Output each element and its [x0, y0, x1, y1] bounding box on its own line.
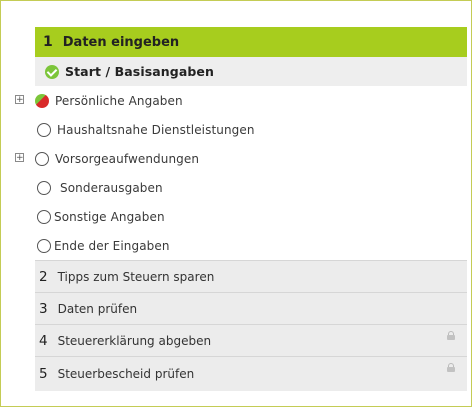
- substep-haushaltsnahe-dienstleistungen[interactable]: Haushaltsnahe Dienstleistungen: [35, 115, 467, 144]
- substep-ende-der-eingaben[interactable]: Ende der Eingaben: [35, 231, 467, 260]
- step-number: 2: [39, 268, 48, 285]
- substep-label: Persönliche Angaben: [55, 93, 183, 108]
- step-number: 5: [39, 366, 48, 382]
- substep-label: Start / Basisangaben: [65, 64, 214, 79]
- step-label: Daten prüfen: [57, 301, 138, 316]
- step-label: Steuererklärung abgeben: [57, 333, 212, 348]
- step-2-tipps[interactable]: 2 Tipps zum Steuern sparen: [35, 260, 467, 292]
- empty-circle-icon: [37, 122, 51, 137]
- substep-start-basisangaben[interactable]: Start / Basisangaben: [35, 57, 467, 86]
- substep-sonderausgaben[interactable]: Sonderausgaben: [35, 173, 467, 202]
- step-label: Steuerbescheid prüfen: [57, 367, 195, 381]
- partial-status-icon: [35, 93, 49, 108]
- substep-label: Sonstige Angaben: [54, 209, 165, 224]
- step-number: 3: [39, 300, 48, 317]
- expand-plus-icon[interactable]: +: [15, 95, 24, 105]
- empty-circle-icon: [35, 151, 49, 166]
- substep-label: Ende der Eingaben: [54, 238, 170, 253]
- substep-sonstige-angaben[interactable]: Sonstige Angaben: [35, 202, 467, 231]
- substep-vorsorgeaufwendungen[interactable]: + Vorsorgeaufwendungen: [15, 144, 467, 173]
- substep-label: Sonderausgaben: [60, 180, 163, 195]
- lock-icon: [447, 363, 455, 372]
- step-navigation: 1 Daten eingeben Start / Basisangaben + …: [15, 27, 467, 391]
- step-number: 4: [39, 332, 48, 349]
- empty-circle-icon: [37, 180, 51, 195]
- step-number: 1: [43, 34, 53, 50]
- step-5-bescheid-pruefen: 5 Steuerbescheid prüfen: [35, 356, 467, 391]
- step-label: Daten eingeben: [62, 34, 180, 50]
- lock-icon: [447, 331, 455, 340]
- step-4-abgeben: 4 Steuererklärung abgeben: [35, 324, 467, 356]
- step-label: Tipps zum Steuern sparen: [57, 269, 215, 284]
- empty-circle-icon: [37, 238, 51, 253]
- expand-plus-icon[interactable]: +: [15, 153, 24, 163]
- substep-label: Haushaltsnahe Dienstleistungen: [57, 122, 255, 137]
- substep-label: Vorsorgeaufwendungen: [55, 151, 200, 166]
- step-1-header[interactable]: 1 Daten eingeben: [35, 27, 467, 57]
- step-3-daten-pruefen[interactable]: 3 Daten prüfen: [35, 292, 467, 324]
- check-circle-icon: [45, 64, 59, 79]
- empty-circle-icon: [37, 209, 51, 224]
- substep-persoenliche-angaben[interactable]: + Persönliche Angaben: [15, 86, 467, 115]
- wizard-frame: 1 Daten eingeben Start / Basisangaben + …: [0, 0, 472, 407]
